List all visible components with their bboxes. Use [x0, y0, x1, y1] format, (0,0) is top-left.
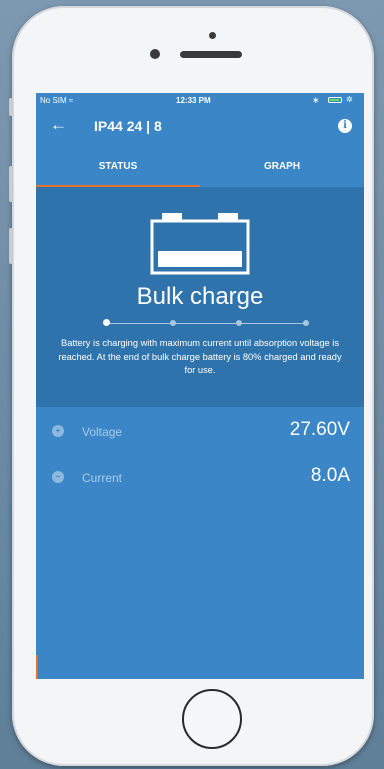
voltage-row: + Voltage 27.60V [36, 417, 364, 447]
device-title: IP44 24 | 8 [94, 118, 162, 134]
voltage-value: 27.60V [289, 419, 350, 440]
edge-accent [36, 655, 38, 679]
carrier-label: No SIM ≈ [40, 96, 74, 105]
charge-stage-dot [169, 320, 176, 326]
app-screen: No SIM ≈ 12:33 PM ∗ ✲ ← IP44 24 | 8 i ST… [36, 93, 364, 679]
battery-status-icon [328, 97, 342, 103]
charging-icon: ✲ [346, 95, 353, 104]
status-bar: No SIM ≈ 12:33 PM ∗ ✲ [36, 93, 364, 109]
charge-stage-dot [303, 320, 309, 326]
charge-progress-line [106, 323, 306, 324]
current-row: ~ Current 8.0A [36, 463, 364, 493]
current-icon: ~ [52, 471, 64, 483]
tab-status[interactable]: STATUS [36, 149, 200, 187]
volume-down-button [9, 228, 13, 264]
clock: 12:33 PM [176, 96, 211, 105]
voltage-icon: + [52, 425, 64, 437]
volume-up-button [9, 166, 13, 202]
charge-status-panel: Bulk charge Battery is charging with max… [36, 187, 364, 407]
voltage-label: Voltage [82, 425, 123, 439]
charge-state-title: Bulk charge [136, 283, 264, 310]
charge-state-description: Battery is charging with maximum current… [58, 338, 342, 375]
earpiece-speaker [180, 51, 242, 58]
app-bar: ← IP44 24 | 8 i [36, 109, 364, 141]
current-label: Current [82, 471, 123, 485]
proximity-sensor [209, 32, 216, 39]
charge-stage-dot [102, 319, 110, 326]
tab-graph[interactable]: GRAPH [200, 149, 364, 187]
current-value: 8.0A [310, 465, 350, 486]
bluetooth-icon: ∗ [312, 95, 320, 105]
tab-bar: STATUS GRAPH [36, 149, 364, 187]
ring-switch [9, 98, 13, 116]
home-button[interactable] [182, 689, 242, 749]
front-camera [150, 49, 160, 59]
charge-stage-dot [236, 320, 243, 326]
info-icon[interactable]: i [338, 119, 352, 133]
battery-icon [150, 213, 250, 275]
back-arrow-icon[interactable]: ← [50, 115, 67, 135]
